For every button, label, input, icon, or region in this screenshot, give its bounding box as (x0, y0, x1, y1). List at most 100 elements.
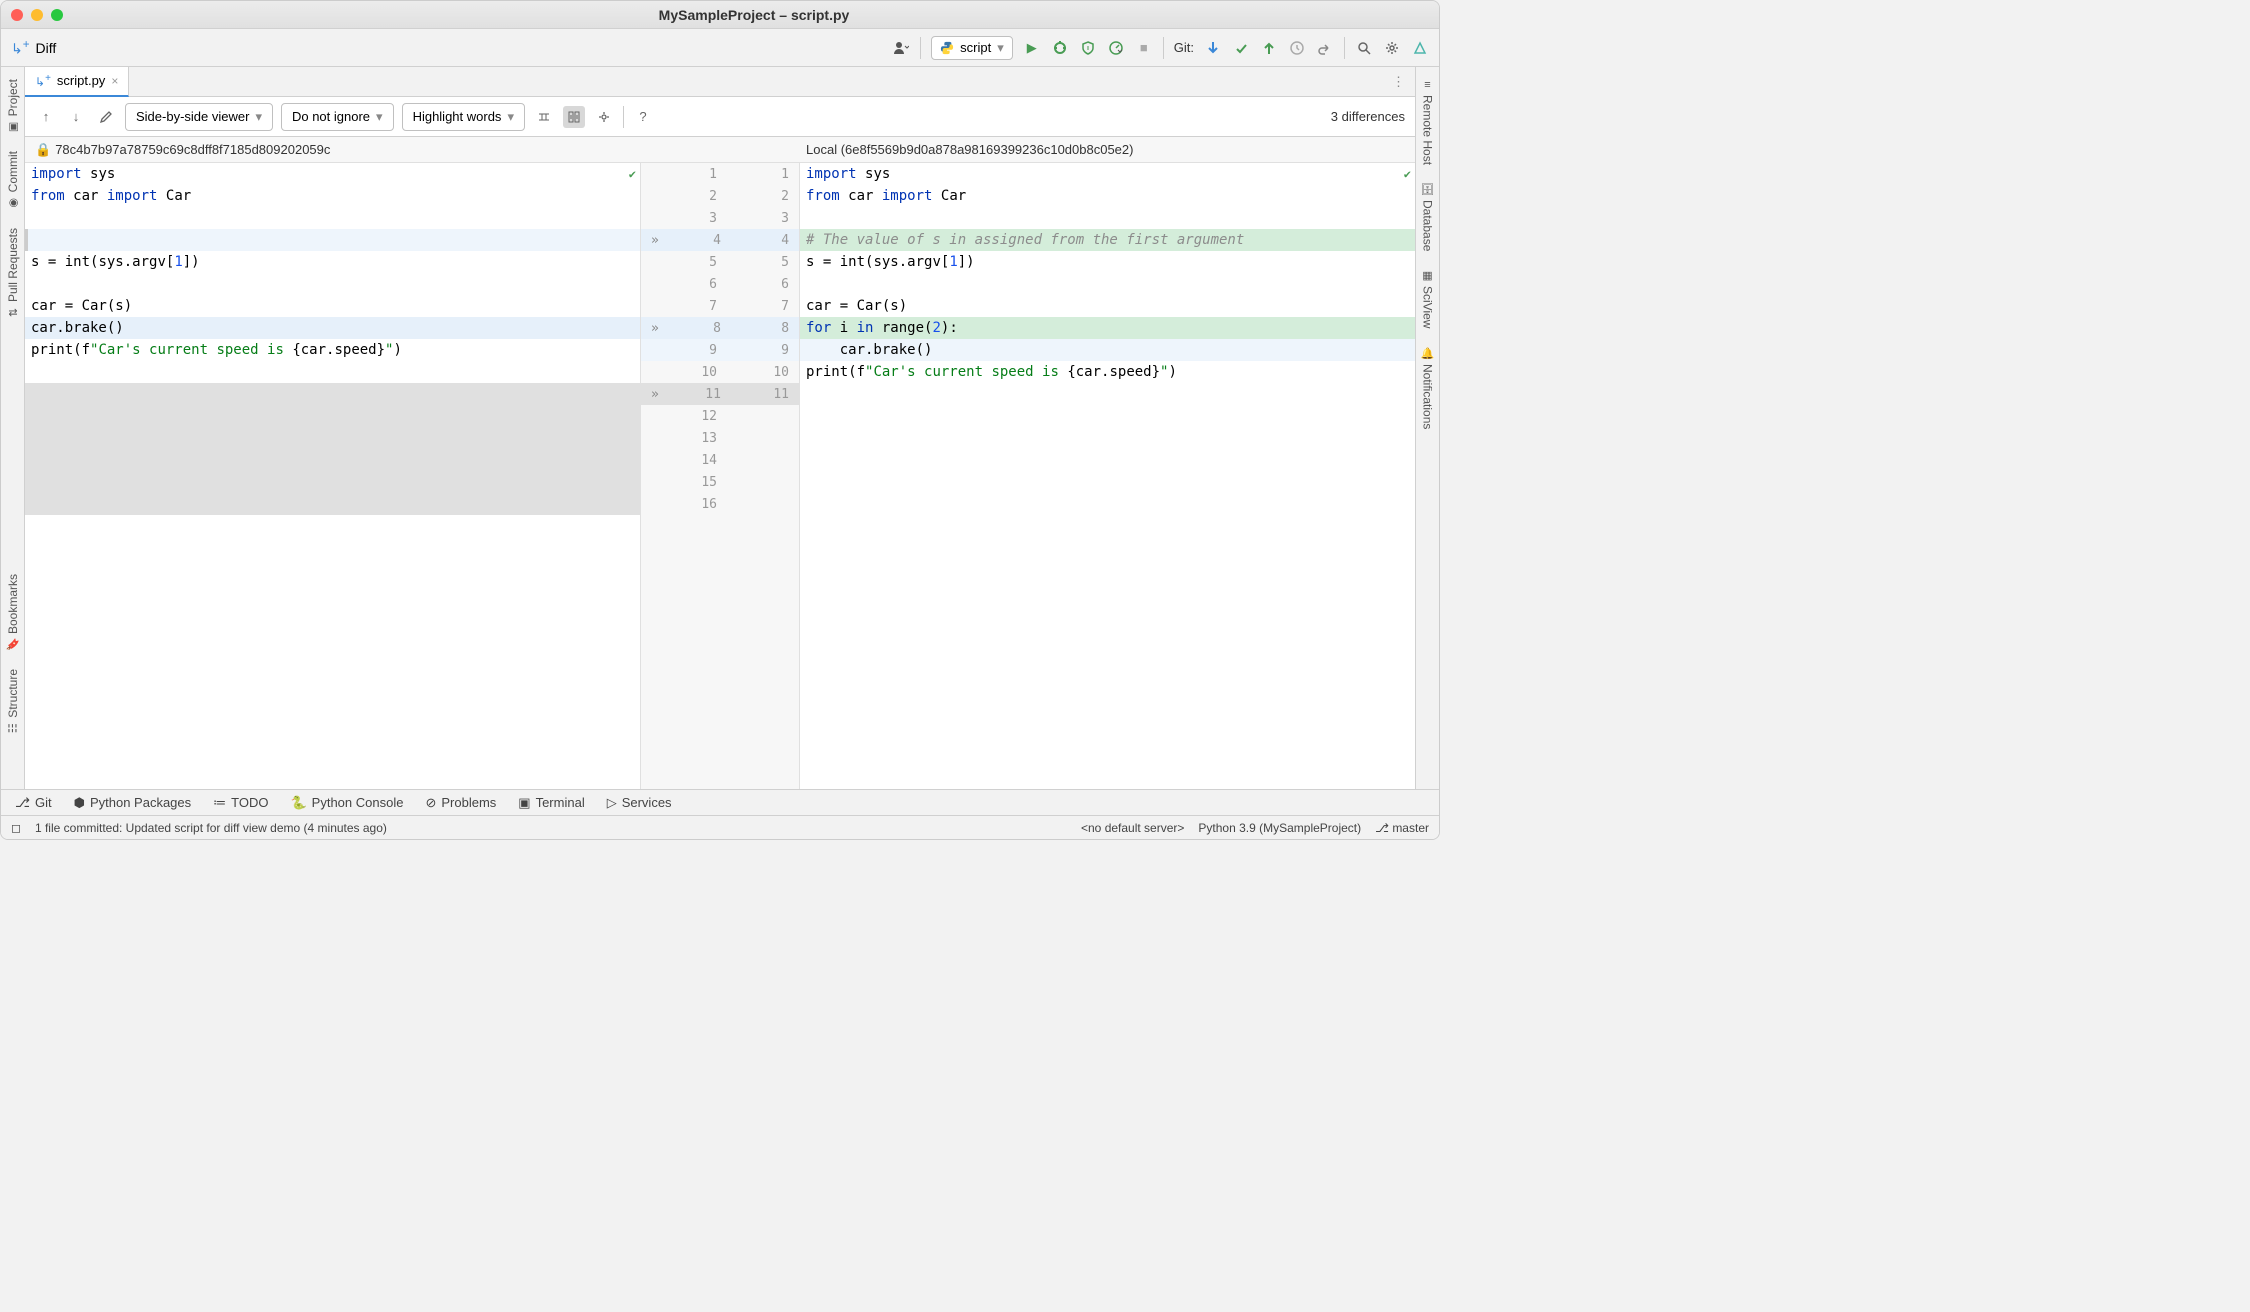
viewer-mode-dropdown[interactable]: Side-by-side viewer▾ (125, 103, 273, 131)
ide-icon[interactable] (1411, 39, 1429, 57)
prev-diff-icon[interactable]: ↑ (35, 106, 57, 128)
diff-pane: ✔ import sys from car import Car s = int… (25, 163, 1415, 789)
diff-settings-icon[interactable] (593, 106, 615, 128)
sciview-tool-button[interactable]: ▦SciView (1421, 265, 1435, 332)
diff-gutter: 112233»44556677»88991010»11111213141516 (640, 163, 800, 789)
chevron-down-icon: ▾ (507, 109, 514, 125)
left-revision-hash: 78c4b7b97a78759c69c8dff8f7185d809202059c (55, 142, 330, 157)
right-diff-pane[interactable]: ✔ import sys from car import Car # The v… (800, 163, 1415, 789)
titlebar: MySampleProject – script.py (1, 1, 1439, 29)
rollback-icon[interactable] (1316, 39, 1334, 57)
apply-diff-icon[interactable]: » (651, 321, 665, 336)
gutter-row: 14 (641, 449, 799, 471)
coverage-icon[interactable] (1079, 39, 1097, 57)
bell-icon: 🔔 (1421, 347, 1435, 360)
remote-host-tool-button[interactable]: ≡Remote Host (1421, 75, 1435, 169)
ignore-dropdown[interactable]: Do not ignore▾ (281, 103, 394, 131)
close-tab-icon[interactable]: × (111, 74, 118, 88)
gutter-row: 11 (641, 163, 799, 185)
divider (920, 37, 921, 59)
chevron-down-icon: ▾ (997, 40, 1004, 56)
user-icon[interactable] (892, 39, 910, 57)
close-window-icon[interactable] (11, 9, 23, 21)
edit-icon[interactable] (95, 106, 117, 128)
commit-tool-button[interactable]: ◉Commit (6, 147, 20, 213)
diff-file-icon: ↳+ (35, 73, 51, 89)
collapse-icon[interactable] (533, 106, 555, 128)
database-icon: 🗄 (1421, 183, 1435, 196)
git-branch-selector[interactable]: ⎇ master (1375, 821, 1429, 835)
gutter-row: 15 (641, 471, 799, 493)
problems-tool-button[interactable]: ⊘Problems (425, 795, 496, 811)
left-diff-pane[interactable]: ✔ import sys from car import Car s = int… (25, 163, 640, 789)
structure-tool-button[interactable]: ☷Structure (6, 665, 20, 739)
problems-icon: ⊘ (425, 795, 436, 811)
terminal-tool-button[interactable]: ▣Terminal (518, 795, 584, 811)
gutter-row: 77 (641, 295, 799, 317)
gutter-row: 55 (641, 251, 799, 273)
commit-icon: ◉ (6, 198, 19, 208)
todo-tool-button[interactable]: ≔TODO (213, 795, 268, 811)
gutter-row: 22 (641, 185, 799, 207)
gutter-row: »1111 (641, 383, 799, 405)
bookmarks-tool-button[interactable]: 🔖Bookmarks (6, 570, 20, 655)
help-icon[interactable]: ? (632, 106, 654, 128)
sciview-icon: ▦ (1422, 269, 1432, 282)
git-pull-icon[interactable] (1204, 39, 1222, 57)
right-tool-stripe: ≡Remote Host 🗄Database ▦SciView 🔔Notific… (1415, 67, 1439, 789)
maximize-window-icon[interactable] (51, 9, 63, 21)
highlight-dropdown[interactable]: Highlight words▾ (402, 103, 525, 131)
tab-more-icon[interactable]: ⋮ (1382, 74, 1415, 90)
todo-icon: ≔ (213, 795, 226, 811)
window-controls (11, 9, 63, 21)
divider (1163, 37, 1164, 59)
inspection-ok-icon: ✔ (629, 167, 636, 181)
pull-requests-tool-button[interactable]: ⇅Pull Requests (6, 224, 20, 323)
database-tool-button[interactable]: 🗄Database (1421, 179, 1435, 255)
chevron-down-icon: ▾ (255, 109, 262, 125)
services-icon: ▷ (607, 795, 617, 811)
notifications-tool-button[interactable]: 🔔Notifications (1421, 343, 1435, 433)
git-push-icon[interactable] (1260, 39, 1278, 57)
gutter-row: 13 (641, 427, 799, 449)
editor-tab[interactable]: ↳+ script.py × (25, 67, 129, 97)
debug-icon[interactable] (1051, 39, 1069, 57)
settings-icon[interactable] (1383, 39, 1401, 57)
run-icon[interactable]: ▶ (1023, 39, 1041, 57)
search-icon[interactable] (1355, 39, 1373, 57)
status-window-icon[interactable]: ◻ (11, 821, 21, 835)
bookmark-icon: 🔖 (6, 638, 19, 652)
profiler-icon[interactable] (1107, 39, 1125, 57)
gutter-row: 16 (641, 493, 799, 515)
deployment-server[interactable]: <no default server> (1081, 821, 1184, 835)
interpreter-selector[interactable]: Python 3.9 (MySampleProject) (1198, 821, 1361, 835)
git-tool-button[interactable]: ⎇Git (15, 795, 52, 811)
right-revision-hash: Local (6e8f5569b9d0a878a98169399236c10d0… (806, 142, 1133, 157)
console-tool-button[interactable]: 🐍Python Console (290, 795, 403, 811)
apply-diff-icon[interactable]: » (651, 387, 665, 402)
gutter-row: 12 (641, 405, 799, 427)
history-icon[interactable] (1288, 39, 1306, 57)
terminal-icon: ▣ (518, 795, 530, 811)
diff-nav-icon[interactable]: ↳+ (11, 38, 30, 58)
chevron-down-icon: ▾ (376, 109, 383, 125)
editor-tabbar: ↳+ script.py × ⋮ (25, 67, 1415, 97)
sync-scroll-icon[interactable] (563, 106, 585, 128)
window-title: MySampleProject – script.py (79, 7, 1429, 23)
editor-area: ↳+ script.py × ⋮ ↑ ↓ Side-by-side viewer… (25, 67, 1415, 789)
gutter-row: 33 (641, 207, 799, 229)
run-config-selector[interactable]: script ▾ (931, 36, 1013, 60)
services-tool-button[interactable]: ▷Services (607, 795, 672, 811)
lock-icon: 🔒 (35, 142, 51, 158)
nav-label: Diff (36, 40, 57, 56)
status-bar: ◻ 1 file committed: Updated script for d… (1, 815, 1439, 839)
git-commit-icon[interactable] (1232, 39, 1250, 57)
diff-count-label: 3 differences (1331, 109, 1405, 124)
packages-tool-button[interactable]: ⬢Python Packages (74, 795, 192, 811)
minimize-window-icon[interactable] (31, 9, 43, 21)
stop-icon: ■ (1135, 39, 1153, 57)
project-tool-button[interactable]: ▣Project (6, 75, 20, 137)
apply-diff-icon[interactable]: » (651, 233, 665, 248)
next-diff-icon[interactable]: ↓ (65, 106, 87, 128)
gutter-row: »44 (641, 229, 799, 251)
